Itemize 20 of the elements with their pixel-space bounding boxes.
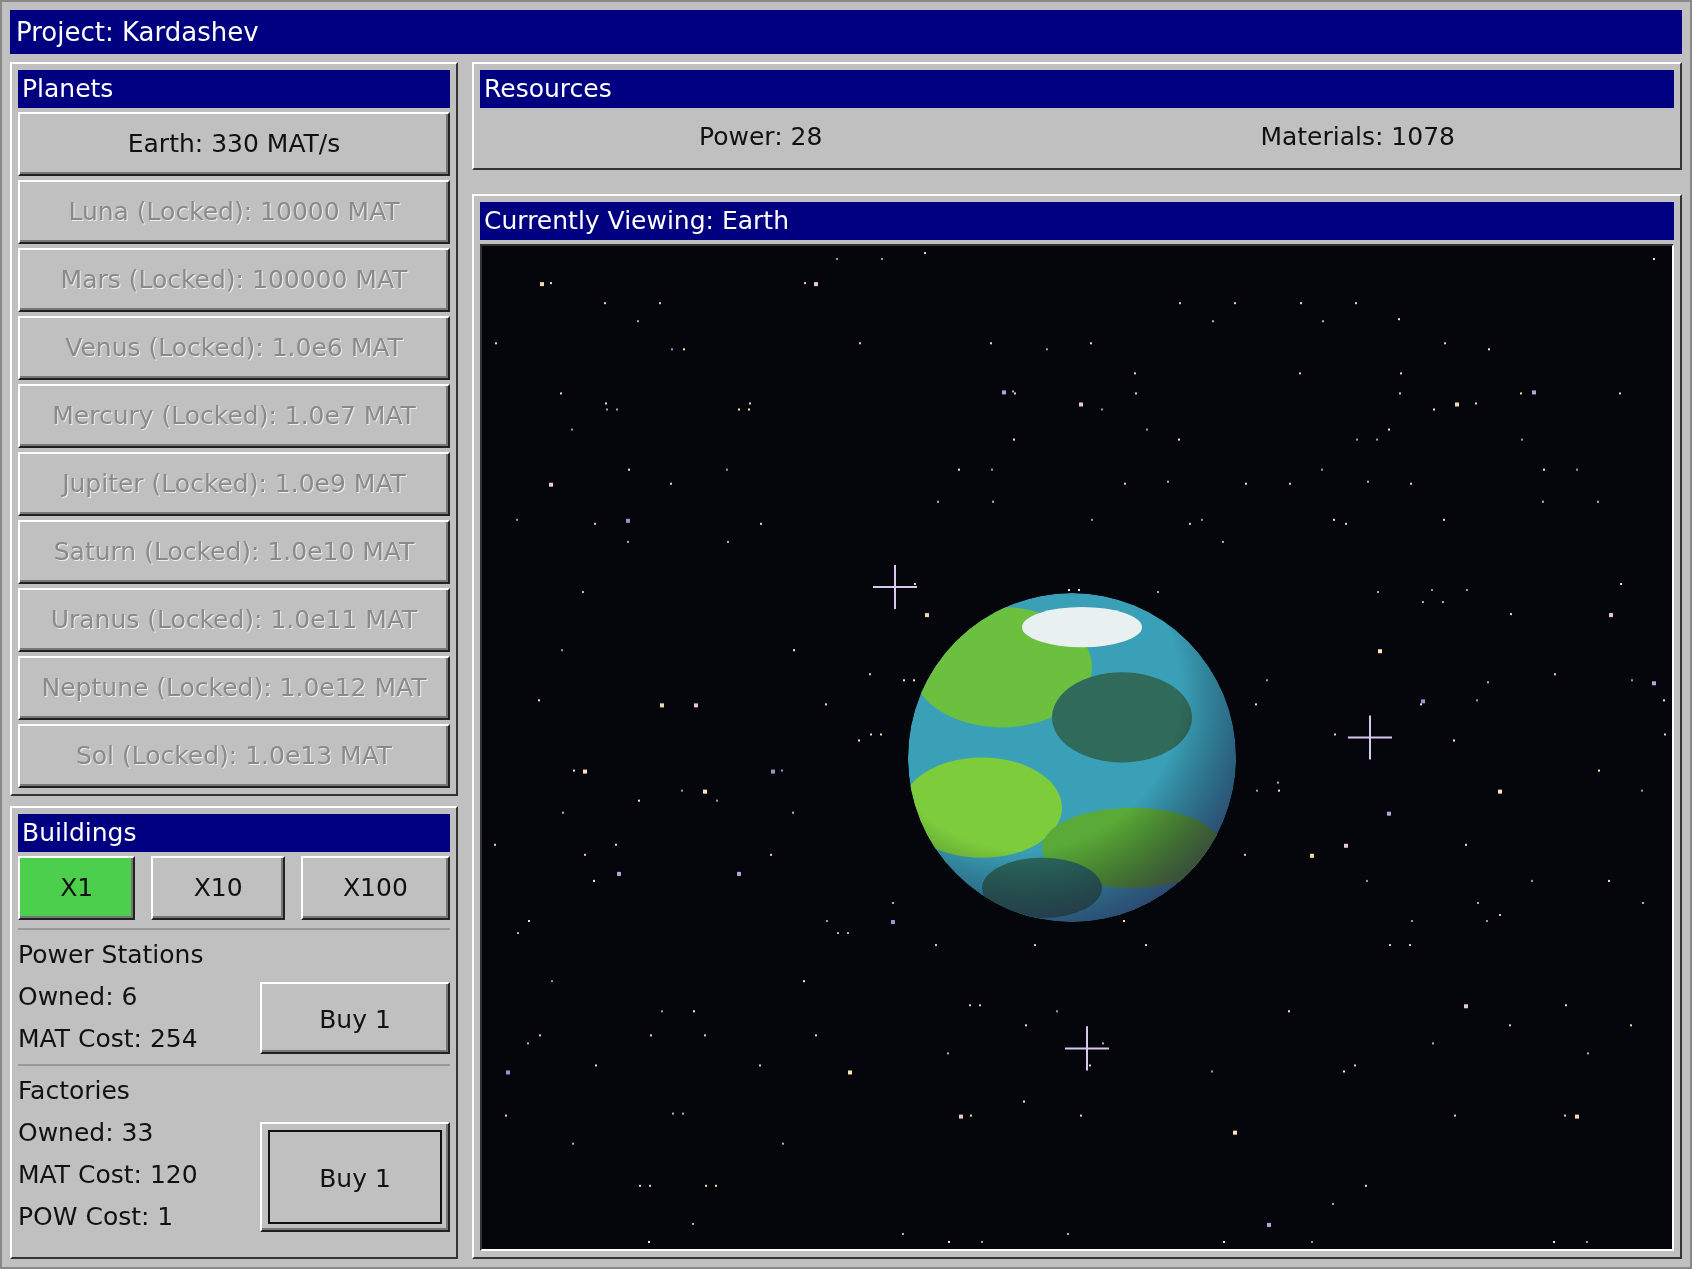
resource-readout: Power: 28 <box>699 121 823 153</box>
building-stat: Owned: 6 <box>18 981 139 1013</box>
panel-title: Resources <box>480 70 1674 108</box>
building-stat: POW Cost: 1 <box>18 1201 175 1233</box>
building-name: Power Stations <box>18 939 204 971</box>
window-title: Project: Kardashev <box>10 10 1682 54</box>
multiplier-button[interactable]: X1 <box>18 856 136 920</box>
panel-title: Planets <box>18 70 450 108</box>
building-stat: MAT Cost: 254 <box>18 1023 199 1055</box>
multiplier-button[interactable]: X100 <box>300 856 450 920</box>
resource-readout: Materials: 1078 <box>1260 121 1455 153</box>
panel-title: Currently Viewing: Earth <box>480 202 1674 240</box>
building-stat: MAT Cost: 120 <box>18 1159 198 1191</box>
building-stat: Owned: 33 <box>18 1117 155 1149</box>
multiplier-button[interactable]: X10 <box>151 856 285 920</box>
building-name: Factories <box>18 1075 131 1107</box>
buy-button[interactable]: Buy 1 <box>260 1122 450 1232</box>
panel-title: Buildings <box>18 814 450 852</box>
planet-button[interactable]: Earth: 330 MAT/s <box>18 112 450 176</box>
buy-button[interactable]: Buy 1 <box>260 982 450 1054</box>
